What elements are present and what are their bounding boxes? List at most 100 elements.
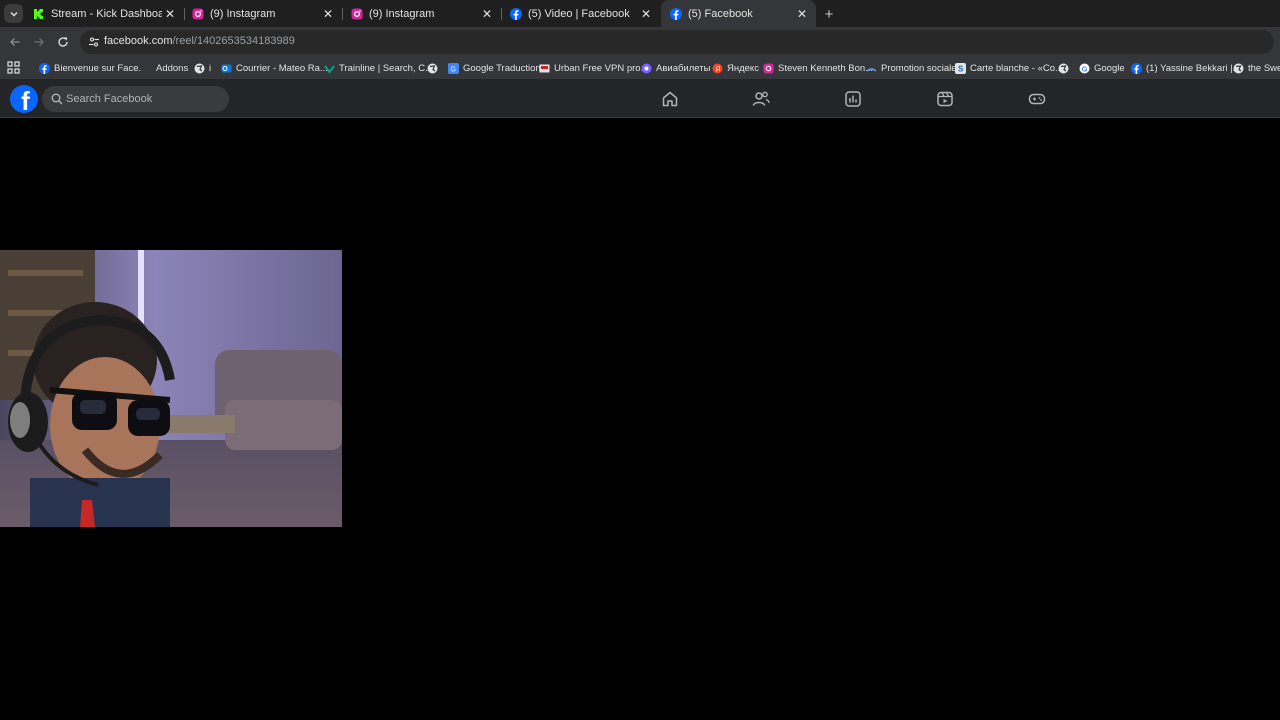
close-icon[interactable]: ✕ bbox=[794, 6, 810, 22]
tab-title: Stream - Kick Dashboard bbox=[51, 7, 162, 20]
facebook-icon bbox=[670, 7, 682, 20]
friends-icon bbox=[752, 91, 770, 106]
svg-text:G: G bbox=[1082, 64, 1088, 73]
browser-tab-active[interactable]: (5) Facebook ✕ bbox=[661, 0, 816, 27]
url-path: /reel/1402653534183989 bbox=[172, 35, 295, 47]
bookmark-label: Urban Free VPN pro... bbox=[554, 62, 649, 74]
chevron-down-icon bbox=[10, 11, 17, 16]
bookmark-item[interactable] bbox=[427, 60, 442, 76]
s-icon: S bbox=[955, 62, 966, 74]
bookmark-item[interactable]: i bbox=[194, 60, 211, 76]
tab-title: (9) Instagram bbox=[369, 7, 435, 20]
nav-feeds[interactable] bbox=[843, 89, 863, 109]
forward-button[interactable] bbox=[30, 33, 48, 51]
search-icon bbox=[51, 93, 63, 105]
svg-text:Я: Я bbox=[716, 66, 721, 73]
instagram-icon bbox=[351, 8, 363, 20]
bookmark-item[interactable]: Авиабилеты bbox=[641, 60, 710, 76]
bookmark-item[interactable] bbox=[1058, 60, 1073, 76]
tab-title: (5) Facebook bbox=[688, 7, 753, 20]
arrow-left-icon bbox=[10, 38, 20, 46]
facebook-logo-icon[interactable]: f bbox=[10, 85, 38, 113]
reel-viewer bbox=[0, 118, 1280, 720]
close-icon[interactable]: ✕ bbox=[479, 6, 495, 22]
video-icon bbox=[937, 91, 953, 107]
bookmark-item[interactable]: Bienvenue sur Face... bbox=[39, 60, 146, 76]
bookmark-label: Яндекс bbox=[727, 62, 759, 74]
bookmark-item[interactable]: G Google bbox=[1079, 60, 1125, 76]
nav-gaming[interactable] bbox=[1027, 89, 1047, 109]
browser-tab[interactable]: (9) Instagram ✕ bbox=[183, 0, 342, 27]
svg-text:S: S bbox=[958, 64, 964, 73]
browser-tab[interactable]: Stream - Kick Dashboard ✕ bbox=[24, 0, 184, 27]
bookmark-item[interactable]: S Carte blanche - «Co... bbox=[955, 60, 1063, 76]
bookmark-label: Carte blanche - «Co... bbox=[970, 62, 1063, 74]
plus-icon: + bbox=[824, 5, 834, 23]
bookmark-label: the Swed bbox=[1248, 62, 1280, 74]
bookmark-item[interactable]: G Google Traduction bbox=[448, 60, 541, 76]
search-input[interactable] bbox=[66, 90, 221, 108]
apps-grid-icon[interactable] bbox=[7, 61, 21, 75]
bookmark-label: (1) Yassine Bekkari |... bbox=[1146, 62, 1241, 74]
tab-title: (5) Video | Facebook bbox=[528, 7, 630, 20]
close-icon[interactable]: ✕ bbox=[162, 6, 178, 22]
facebook-icon bbox=[510, 7, 522, 20]
gaming-icon bbox=[1028, 93, 1046, 105]
reel-video[interactable] bbox=[0, 250, 342, 527]
bookmark-item[interactable]: (1) Yassine Bekkari |... bbox=[1131, 60, 1241, 76]
bookmarks-bar: Bienvenue sur Face... Addons i Courrier … bbox=[0, 57, 1280, 79]
bookmark-item[interactable]: Addons bbox=[141, 60, 188, 76]
svg-text:G: G bbox=[451, 66, 456, 73]
bookmark-label: Авиабилеты bbox=[656, 62, 711, 74]
nav-friends[interactable] bbox=[751, 89, 771, 109]
close-icon[interactable]: ✕ bbox=[320, 6, 336, 22]
new-tab-button[interactable]: + bbox=[820, 5, 838, 23]
browser-tab[interactable]: (5) Video | Facebook ✕ bbox=[501, 0, 660, 27]
globe-icon bbox=[427, 63, 438, 74]
bookmark-label: i bbox=[209, 62, 212, 74]
reload-button[interactable] bbox=[54, 33, 72, 51]
globe-icon bbox=[1233, 63, 1244, 74]
nav-home[interactable] bbox=[660, 89, 680, 109]
bookmark-item[interactable]: Я Яндекс bbox=[712, 60, 759, 76]
close-icon[interactable]: ✕ bbox=[638, 6, 654, 22]
instagram-icon bbox=[763, 62, 774, 74]
bookmark-item[interactable]: Courrier - Mateo Ra... bbox=[221, 60, 328, 76]
browser-tab-strip: Stream - Kick Dashboard ✕ (9) Instagram … bbox=[0, 0, 1280, 27]
browser-tab[interactable]: (9) Instagram ✕ bbox=[342, 0, 501, 27]
facebook-icon bbox=[39, 62, 50, 74]
bookmark-item[interactable]: Promotion sociale bbox=[866, 60, 957, 76]
google-icon: G bbox=[1079, 63, 1090, 74]
bookmark-item[interactable]: Urban Free VPN pro... bbox=[539, 60, 649, 76]
vpn-icon bbox=[539, 63, 550, 74]
promo-icon bbox=[866, 63, 877, 74]
bookmark-label: Bienvenue sur Face... bbox=[54, 62, 147, 74]
home-icon bbox=[662, 91, 678, 107]
address-bar[interactable]: facebook.com/reel/1402653534183989 bbox=[80, 30, 1274, 54]
back-button[interactable] bbox=[6, 33, 24, 51]
browser-toolbar: facebook.com/reel/1402653534183989 bbox=[0, 27, 1280, 57]
bookmark-label: Steven Kenneth Bon... bbox=[778, 62, 874, 74]
tab-search-button[interactable] bbox=[4, 4, 23, 23]
globe-icon bbox=[194, 63, 205, 74]
site-info-icon[interactable] bbox=[86, 34, 102, 50]
bookmark-item[interactable]: Steven Kenneth Bon... bbox=[763, 60, 873, 76]
facebook-icon bbox=[1131, 62, 1142, 74]
facebook-search[interactable] bbox=[42, 86, 229, 112]
bookmark-label: Google bbox=[1094, 62, 1125, 74]
kick-icon bbox=[33, 8, 45, 20]
yandex-icon: Я bbox=[712, 63, 723, 74]
url-text: facebook.com/reel/1402653534183989 bbox=[104, 35, 295, 47]
instagram-icon bbox=[192, 8, 204, 20]
globe-icon bbox=[1058, 63, 1069, 74]
nav-video[interactable] bbox=[935, 89, 955, 109]
bookmark-item[interactable]: the Swed bbox=[1233, 60, 1280, 76]
facebook-header: f bbox=[0, 79, 1280, 118]
aviasales-icon bbox=[641, 63, 652, 74]
bookmark-item[interactable]: Trainline | Search, C... bbox=[324, 60, 433, 76]
bookmark-label: Addons bbox=[156, 62, 189, 74]
addons-icon bbox=[141, 63, 152, 74]
bookmark-label: Google Traduction bbox=[463, 62, 541, 74]
url-host: facebook.com bbox=[104, 35, 173, 47]
trainline-icon bbox=[324, 63, 335, 74]
